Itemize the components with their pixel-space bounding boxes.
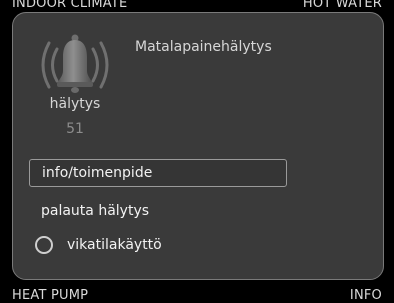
alarm-dialog: Matalapainehälytys hälytys 51 info/toime… (12, 12, 384, 280)
alarm-title: Matalapainehälytys (135, 39, 272, 55)
alarm-label: hälytys (49, 96, 101, 112)
menu-item-label: palauta hälytys (41, 203, 150, 219)
tab-hot-water[interactable]: HOT WATER (303, 0, 382, 10)
menu-item-label: vikatilakäyttö (67, 237, 162, 253)
tab-info[interactable]: INFO (350, 289, 382, 302)
tab-indoor-climate[interactable]: INDOOR CLIMATE (12, 0, 127, 10)
menu-item-label: info/toimenpide (42, 165, 153, 181)
alarm-bell-icon (41, 34, 109, 93)
menu-item-info-action[interactable]: info/toimenpide (29, 159, 287, 187)
tab-heat-pump[interactable]: HEAT PUMP (12, 289, 88, 302)
alarm-code: 51 (66, 121, 84, 137)
menu-item-emergency-mode[interactable]: vikatilakäyttö (29, 231, 287, 259)
radio-button[interactable] (35, 236, 53, 254)
menu-item-reset-alarm[interactable]: palauta hälytys (29, 197, 287, 225)
